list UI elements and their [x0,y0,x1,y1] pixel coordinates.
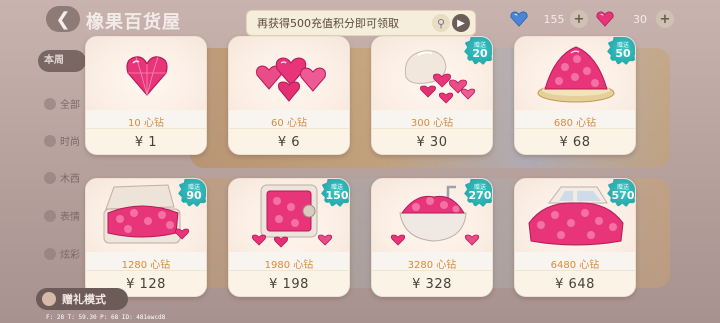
bonus-value: 50 [615,47,631,60]
heart-gem-pile-icon [256,57,326,102]
product-name: 3280 心钻 [407,260,457,271]
gift-mode-toggle[interactable]: 赠礼模式 [36,288,128,310]
bonus-value: 150 [325,189,349,202]
product-price: ¥ 648 [555,277,595,292]
add-blue-currency-button[interactable]: + [570,10,588,28]
product-price: ¥ 198 [269,277,309,292]
product-name: 10 心钻 [128,118,164,129]
product-card[interactable]: 赠送 270 ✦ ✦ 3280 心钻 ¥ 328 [371,178,493,297]
bonus-value: 90 [186,189,202,202]
page-title: 橡果百货屋 [86,12,181,33]
price-button[interactable]: ¥ 1 [86,128,206,154]
bonus-badge: 赠送 570 [607,179,635,207]
bonus-badge: 赠送 270 [464,179,492,207]
product-name: 60 心钻 [271,118,307,129]
sidebar-icon [44,248,56,260]
product-card[interactable]: 赠送 90 ✦ ✦ 1280 心钻 ¥ 128 [85,178,207,297]
chevron-right-icon[interactable]: ▶ [452,14,470,32]
currency-pink-value: 30 [633,12,647,26]
currency-blue-value: 155 [543,12,565,26]
price-button[interactable]: ¥ 648 [515,270,635,296]
price-button[interactable]: ¥ 328 [372,270,492,296]
product-price: ¥ 6 [277,135,301,150]
product-name: 1280 心钻 [121,260,171,271]
currency-blue: 155 + [510,9,588,29]
product-name: 1980 心钻 [264,260,314,271]
product-card[interactable]: 赠送 570 ✦ ✦ 6480 心钻 ¥ 648 [514,178,636,297]
product-name: 680 心钻 [553,118,597,129]
product-card[interactable]: ✦ ✦ 10 心钻 ¥ 1 [85,36,207,155]
bonus-value: 270 [468,189,492,202]
recharge-progress-banner[interactable]: 再获得500充值积分即可领取 ⚲ ▶ [246,10,476,36]
bonus-badge: 赠送 20 [464,37,492,65]
product-price: ¥ 328 [412,277,452,292]
product-card[interactable]: 赠送 50 ✦ ✦ 680 心钻 ¥ 68 [514,36,636,155]
product-name: 6480 心钻 [550,260,600,271]
add-pink-currency-button[interactable]: + [656,10,674,28]
sidebar-icon [44,210,56,222]
product-card[interactable]: 赠送 150 ✦ ✦ 1980 心钻 ¥ 198 [228,178,350,297]
bonus-badge: 赠送 90 [178,179,206,207]
sidebar-icon [44,135,56,147]
bonus-badge: 赠送 50 [607,37,635,65]
product-name: 300 心钻 [410,118,454,129]
price-button[interactable]: ¥ 198 [229,270,349,296]
bonus-value: 570 [611,189,635,202]
sidebar-icon [44,98,56,110]
gift-mode-label: 赠礼模式 [62,293,106,306]
sidebar-icon [44,172,56,184]
price-button[interactable]: ¥ 6 [229,128,349,154]
banner-text: 再获得500充值积分即可领取 [257,17,399,30]
sidebar-badge[interactable]: 本周 [38,50,86,72]
currency-pink: 30 + [596,9,674,29]
toggle-knob [42,292,56,306]
price-button[interactable]: ¥ 30 [372,128,492,154]
product-image [86,37,206,110]
pink-heart-gem-icon [596,11,614,27]
bonus-badge: 赠送 150 [321,179,349,207]
product-image [229,37,349,110]
debug-stats: F: 28 T: 59.30 P: 68 ID: 481ewcd8 [46,314,166,321]
product-price: ¥ 30 [416,135,448,150]
product-price: ¥ 1 [134,135,158,150]
key-icon: ⚲ [432,14,450,32]
blue-heart-gem-icon [510,11,528,27]
price-button[interactable]: ¥ 68 [515,128,635,154]
chevron-left-icon: ❮ [55,8,71,30]
bonus-value: 20 [472,47,488,60]
back-button[interactable]: ❮ [46,6,80,32]
product-card[interactable]: 赠送 20 ✦ ✦ 300 心钻 ¥ 30 [371,36,493,155]
product-price: ¥ 128 [126,277,166,292]
product-card[interactable]: ✦ ✦ 60 心钻 ¥ 6 [228,36,350,155]
single-heart-gem-icon [126,56,168,96]
product-price: ¥ 68 [559,135,591,150]
